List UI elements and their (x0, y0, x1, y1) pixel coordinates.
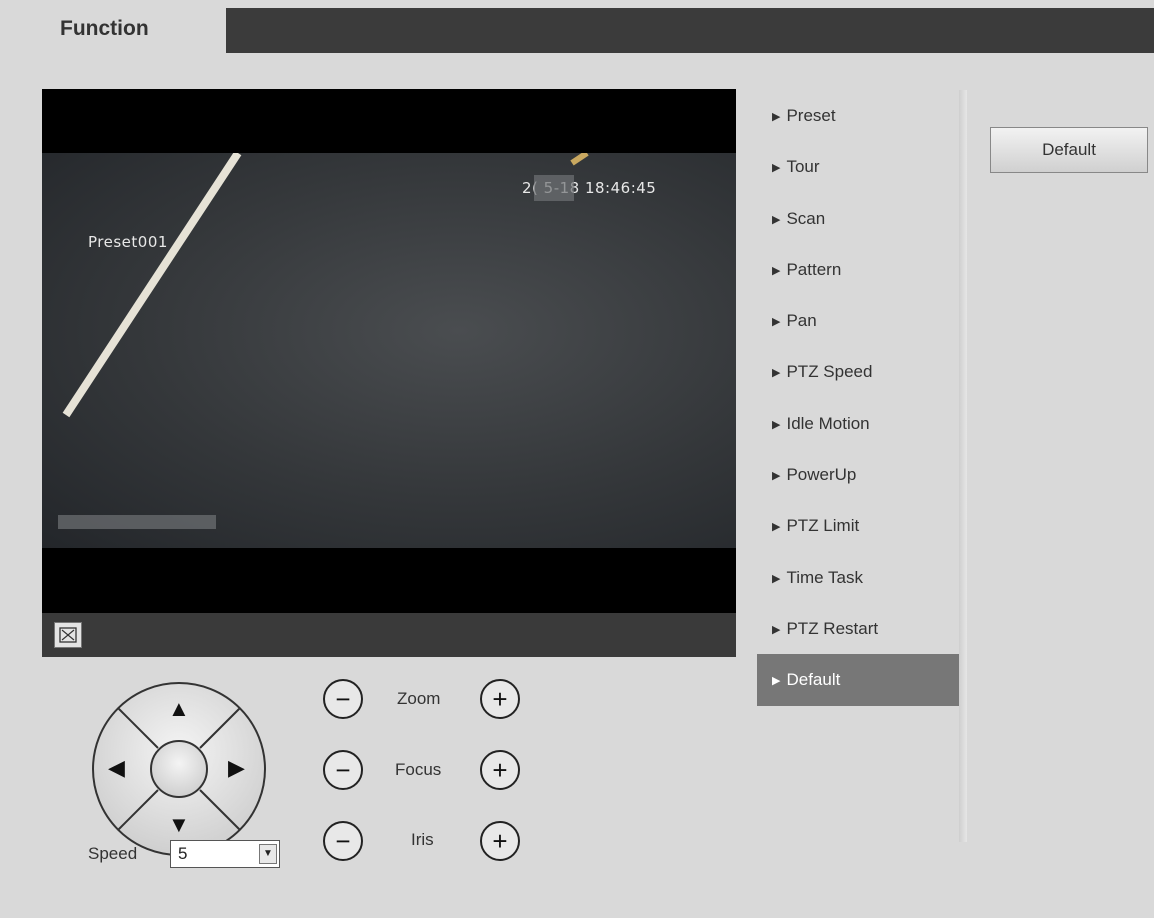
fullscreen-icon (59, 627, 77, 643)
video-toolbar (42, 613, 736, 657)
triangle-right-icon: ▶ (772, 418, 781, 431)
ptz-center-button[interactable] (154, 744, 204, 794)
menu-item-pan[interactable]: ▶ Pan (757, 295, 959, 346)
triangle-right-icon: ▶ (772, 521, 781, 534)
menu-item-label: PowerUp (786, 465, 857, 485)
triangle-right-icon: ▶ (772, 111, 781, 123)
menu-item-label: Default (786, 670, 841, 690)
video-preview: 2( 5-18 18:46:45 Preset001 (42, 89, 736, 657)
triangle-right-icon: ▶ (772, 264, 781, 277)
triangle-right-icon: ▶ (772, 367, 781, 380)
triangle-right-icon: ▶ (772, 623, 781, 636)
video-scene: 2( 5-18 18:46:45 Preset001 (42, 153, 736, 548)
menu-item-scan[interactable]: ▶ Scan (757, 193, 959, 244)
menu-item-label: PTZ Speed (786, 362, 873, 382)
zoom-out-button[interactable]: − (323, 679, 363, 719)
triangle-right-icon: ▶ (772, 675, 781, 688)
focus-label: Focus (395, 760, 442, 779)
menu-item-label: Pan (786, 311, 817, 331)
menu-item-ptz-speed[interactable]: ▶ PTZ Speed (757, 346, 959, 397)
menu-item-idle-motion[interactable]: ▶ Idle Motion (757, 398, 959, 449)
triangle-right-icon: ▶ (772, 316, 781, 329)
menu-item-label: Time Task (786, 567, 863, 587)
osd-timestamp-blur (534, 175, 574, 201)
menu-item-label: Idle Motion (786, 413, 870, 433)
ptz-direction-pad: ▲ ▼ ◀ ▶ (90, 680, 268, 858)
ptz-down-button[interactable]: ▼ (168, 814, 190, 836)
menu-item-label: PTZ Limit (786, 516, 860, 536)
fullscreen-button[interactable] (54, 622, 82, 648)
zoom-label: Zoom (397, 689, 441, 708)
menu-item-pattern[interactable]: ▶ Pattern (757, 244, 959, 295)
triangle-right-icon: ▶ (772, 213, 781, 226)
menu-item-label: Preset (786, 106, 836, 125)
road-line (62, 153, 589, 418)
focus-out-button[interactable]: − (323, 750, 363, 790)
speed-value: 5 (178, 844, 188, 863)
default-button[interactable]: Default (990, 127, 1148, 173)
function-menu: ▶ Preset ▶ Tour ▶ Scan ▶ Pattern ▶ Pan ▶ PTZ Speed ▶… (757, 90, 959, 706)
triangle-right-icon: ▶ (772, 162, 781, 175)
speed-select[interactable]: 5 ▼ (170, 840, 280, 868)
ptz-left-button[interactable]: ◀ (108, 757, 125, 779)
menu-item-ptz-limit[interactable]: ▶ PTZ Limit (757, 500, 959, 551)
menu-item-tour[interactable]: ▶ Tour (757, 141, 959, 192)
speed-label: Speed (88, 844, 138, 863)
menu-item-label: Tour (786, 157, 820, 177)
menu-item-ptz-restart[interactable]: ▶ PTZ Restart (757, 603, 959, 654)
triangle-right-icon: ▶ (772, 572, 781, 585)
menu-item-preset[interactable]: ▶ Preset (757, 90, 959, 141)
menu-item-powerup[interactable]: ▶ PowerUp (757, 449, 959, 500)
iris-out-button[interactable]: − (323, 821, 363, 861)
iris-label: Iris (411, 830, 434, 849)
menu-item-label: Scan (786, 208, 826, 228)
tab-function[interactable]: Function (40, 8, 226, 53)
ptz-right-button[interactable]: ▶ (228, 757, 245, 779)
focus-in-button[interactable]: + (480, 750, 520, 790)
header-strip (226, 8, 1154, 53)
menu-divider (959, 90, 967, 842)
menu-item-default[interactable]: ▶ Default (757, 654, 959, 706)
menu-item-label: Pattern (786, 259, 842, 279)
chevron-down-icon[interactable]: ▼ (259, 844, 277, 864)
ptz-up-button[interactable]: ▲ (168, 698, 190, 720)
menu-item-time-task[interactable]: ▶ Time Task (757, 552, 959, 603)
iris-in-button[interactable]: + (480, 821, 520, 861)
osd-preset-label: Preset001 (88, 233, 168, 251)
menu-item-label: PTZ Restart (786, 618, 879, 638)
zoom-in-button[interactable]: + (480, 679, 520, 719)
osd-channel-blur (58, 515, 216, 529)
triangle-right-icon: ▶ (772, 470, 781, 483)
